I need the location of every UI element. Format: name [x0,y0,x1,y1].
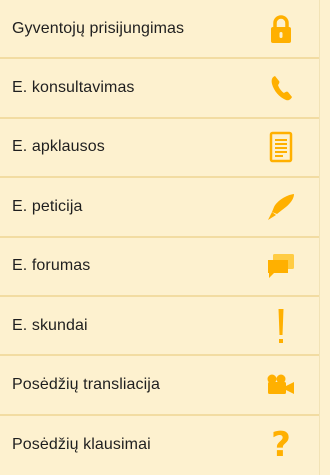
menu-item-e-forum[interactable]: E. forumas [0,238,319,297]
menu-item-label: E. forumas [12,257,91,275]
pen-icon [261,187,301,227]
menu-item-e-surveys[interactable]: E. apklausos [0,119,319,179]
services-menu: Gyventojų prisijungimas E. konsultavimas… [0,0,320,475]
menu-item-session-questions[interactable]: Posėdžių klausimai ? [0,416,319,475]
video-camera-icon [261,365,301,405]
document-icon [261,127,301,167]
menu-item-label: E. skundai [12,316,88,334]
menu-item-e-complaints[interactable]: E. skundai [0,297,319,357]
lock-icon [261,9,301,49]
menu-item-label: Posėdžių klausimai [12,436,151,454]
menu-item-resident-login[interactable]: Gyventojų prisijungimas [0,0,319,60]
menu-item-label: E. peticija [12,197,83,215]
menu-item-e-consulting[interactable]: E. konsultavimas [0,59,319,119]
menu-item-label: E. konsultavimas [12,79,135,97]
menu-item-label: Posėdžių transliacija [12,375,160,393]
menu-item-label: Gyventojų prisijungimas [12,19,185,37]
menu-item-session-broadcast[interactable]: Posėdžių transliacija [0,356,319,416]
menu-item-e-petition[interactable]: E. peticija [0,178,319,238]
question-icon: ? [271,425,291,466]
menu-item-label: E. apklausos [12,138,105,156]
exclamation-icon [261,306,301,346]
chat-bubbles-icon [261,246,301,286]
phone-icon [261,68,301,108]
